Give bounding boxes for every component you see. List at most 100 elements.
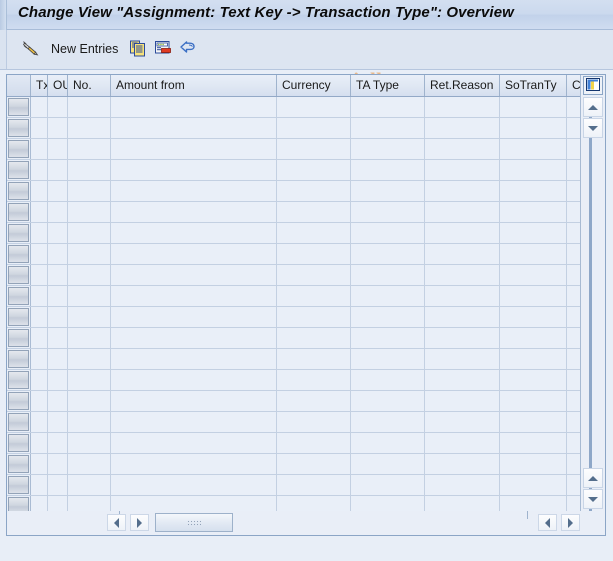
table-cell[interactable] [425,349,500,369]
column-header-currency[interactable]: Currency [277,75,351,96]
table-row[interactable] [7,349,582,370]
table-cell[interactable] [31,370,48,390]
scroll-left-button[interactable] [107,514,126,531]
table-cell[interactable] [68,160,111,180]
table-cell[interactable] [277,328,351,348]
table-cell[interactable] [31,160,48,180]
row-selector-button[interactable] [8,98,29,116]
table-cell[interactable] [48,328,68,348]
row-selector-button[interactable] [8,140,29,158]
row-selector-button[interactable] [8,476,29,494]
table-row[interactable] [7,286,582,307]
table-cell[interactable] [351,475,425,495]
table-cell[interactable] [48,139,68,159]
table-cell[interactable] [500,160,567,180]
copy-button[interactable] [125,36,151,62]
row-selector-button[interactable] [8,329,29,347]
table-cell[interactable] [68,286,111,306]
table-cell[interactable] [500,412,567,432]
table-cell[interactable] [351,139,425,159]
select-all-header-cell[interactable] [7,75,31,96]
table-cell[interactable] [31,244,48,264]
details-button[interactable] [150,36,176,62]
table-cell[interactable] [277,160,351,180]
table-cell[interactable] [500,118,567,138]
table-row[interactable] [7,202,582,223]
table-cell[interactable] [425,433,500,453]
table-cell[interactable] [277,181,351,201]
table-cell[interactable] [500,139,567,159]
table-cell[interactable] [425,223,500,243]
vertical-scrollbar[interactable] [580,75,605,512]
table-cell[interactable] [68,244,111,264]
table-cell[interactable] [68,181,111,201]
table-cell[interactable] [425,139,500,159]
table-cell[interactable] [48,181,68,201]
table-cell[interactable] [277,244,351,264]
table-cell[interactable] [425,160,500,180]
table-cell[interactable] [111,433,277,453]
table-cell[interactable] [31,118,48,138]
table-cell[interactable] [111,328,277,348]
row-selector-button[interactable] [8,497,29,512]
table-cell[interactable] [68,139,111,159]
table-cell[interactable] [31,223,48,243]
column-header-ta-type[interactable]: TA Type [351,75,425,96]
table-cell[interactable] [68,475,111,495]
table-cell[interactable] [68,454,111,474]
table-cell[interactable] [500,223,567,243]
table-cell[interactable] [277,454,351,474]
table-cell[interactable] [48,475,68,495]
table-cell[interactable] [425,265,500,285]
table-cell[interactable] [425,370,500,390]
horizontal-scrollbar[interactable] [7,511,605,535]
table-cell[interactable] [48,202,68,222]
table-cell[interactable] [48,391,68,411]
table-cell[interactable] [500,454,567,474]
table-cell[interactable] [500,391,567,411]
table-cell[interactable] [31,349,48,369]
scroll-right-button-far[interactable] [561,514,580,531]
table-row[interactable] [7,223,582,244]
table-cell[interactable] [31,181,48,201]
table-cell[interactable] [277,496,351,512]
table-cell[interactable] [111,139,277,159]
table-cell[interactable] [425,496,500,512]
table-cell[interactable] [351,223,425,243]
row-selector-button[interactable] [8,371,29,389]
row-selector-button[interactable] [8,455,29,473]
column-header-ret-reason[interactable]: Ret.Reason [425,75,500,96]
row-selector-button[interactable] [8,413,29,431]
table-cell[interactable] [277,349,351,369]
table-cell[interactable] [500,286,567,306]
table-cell[interactable] [425,412,500,432]
table-cell[interactable] [48,286,68,306]
table-cell[interactable] [277,97,351,117]
table-cell[interactable] [31,307,48,327]
table-cell[interactable] [68,223,111,243]
table-cell[interactable] [425,475,500,495]
row-selector-button[interactable] [8,119,29,137]
table-cell[interactable] [351,349,425,369]
table-cell[interactable] [111,307,277,327]
table-cell[interactable] [277,223,351,243]
table-cell[interactable] [68,496,111,512]
table-cell[interactable] [351,454,425,474]
row-selector-button[interactable] [8,350,29,368]
table-cell[interactable] [351,160,425,180]
table-cell[interactable] [31,454,48,474]
table-cell[interactable] [425,454,500,474]
table-cell[interactable] [277,118,351,138]
table-cell[interactable] [425,181,500,201]
table-cell[interactable] [48,244,68,264]
table-cell[interactable] [111,244,277,264]
undo-button[interactable] [175,36,201,62]
table-cell[interactable] [500,181,567,201]
table-cell[interactable] [31,433,48,453]
table-cell[interactable] [48,97,68,117]
table-cell[interactable] [500,349,567,369]
row-selector-button[interactable] [8,308,29,326]
row-selector-button[interactable] [8,266,29,284]
table-cell[interactable] [500,328,567,348]
column-header-no[interactable]: No. [68,75,111,96]
